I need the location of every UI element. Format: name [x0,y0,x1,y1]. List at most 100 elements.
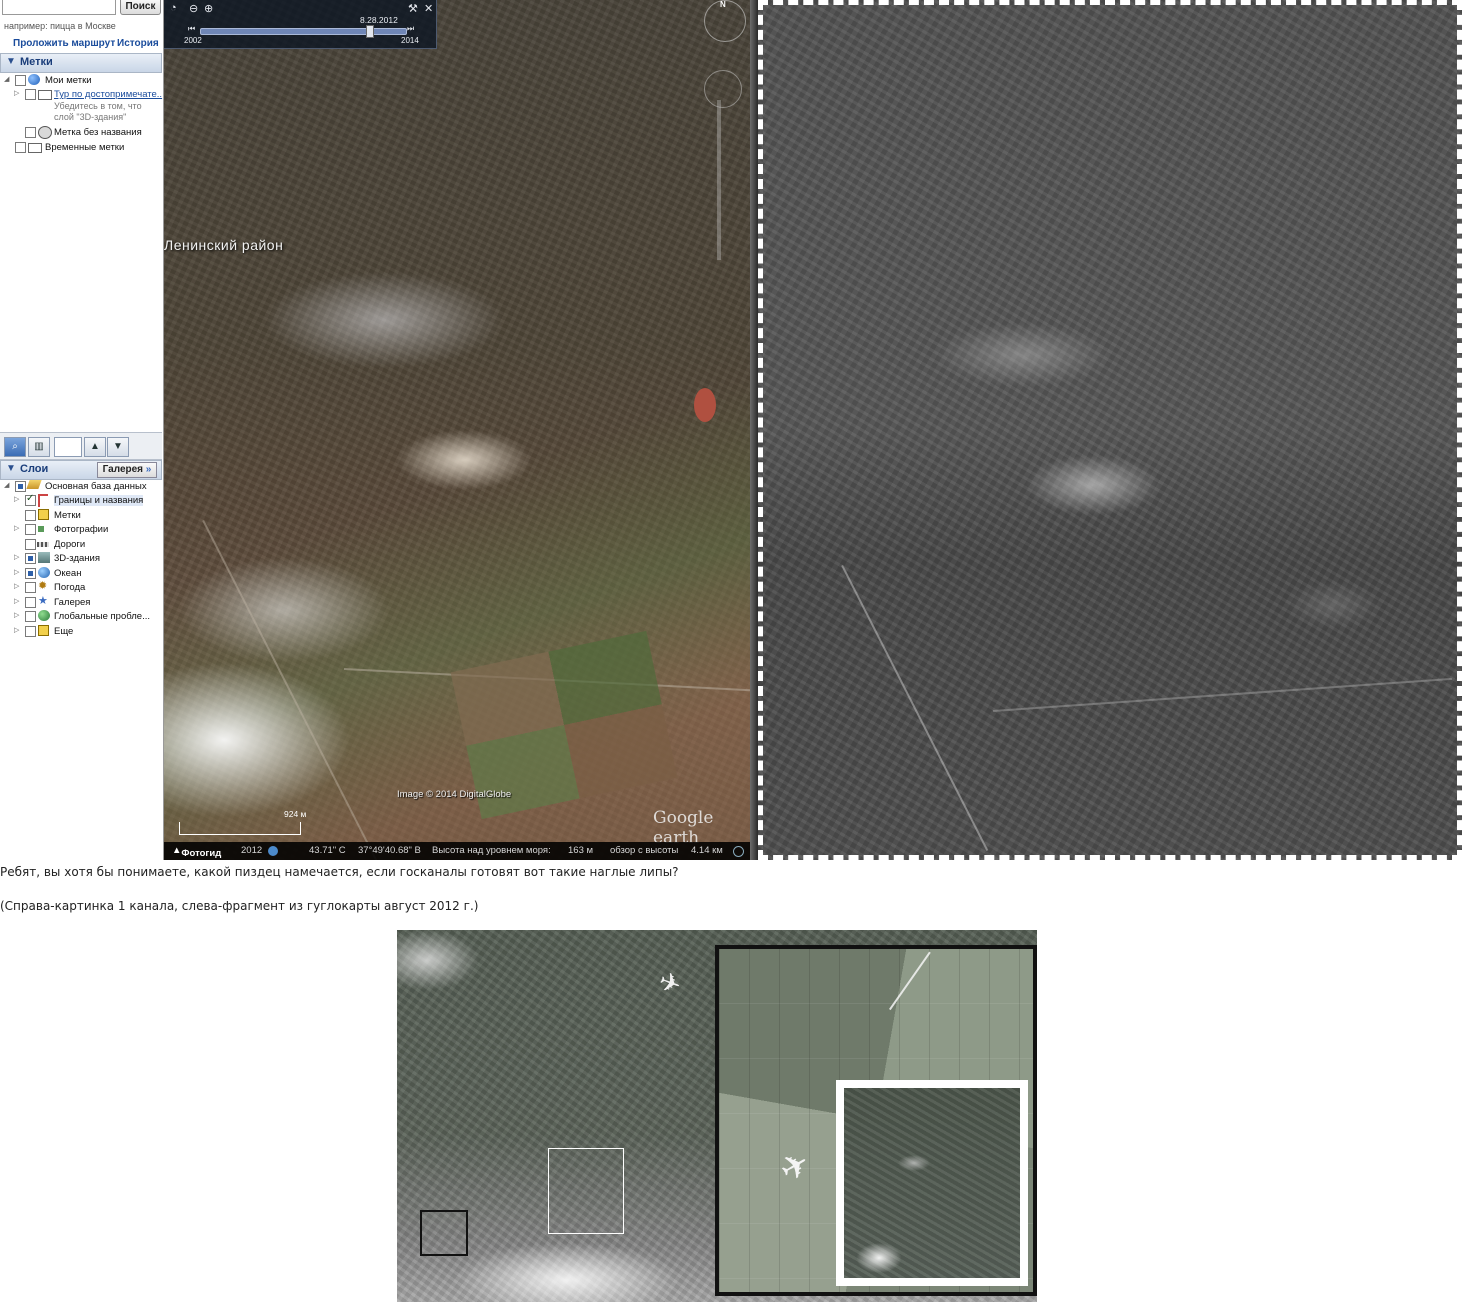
layer-label: Еще [54,626,74,637]
building-icon [38,552,50,563]
placemark-icon [38,509,49,520]
checkbox[interactable] [25,626,36,637]
globe-icon [38,567,50,578]
layer-label: Метки [54,510,81,521]
history-link[interactable]: История [117,38,159,49]
search-places-button[interactable]: ⌕ [4,437,26,457]
fighter-jet-icon: ✈ [773,1143,818,1191]
tree-item-label: Временные метки [45,142,125,153]
place-field[interactable] [54,437,82,457]
expand-icon[interactable]: ▷ [14,89,19,97]
zoom-slider[interactable] [717,100,721,260]
checkbox[interactable] [15,481,26,492]
tour-note: Убедитесь в том, что слой "3D-здания" [54,101,142,122]
checkbox[interactable] [25,127,36,138]
checkbox[interactable] [25,568,36,579]
post-text-line-1: Ребят, вы хотя бы понимаете, какой пизде… [0,865,679,879]
missile-trail [889,951,931,1011]
streaming-indicator-icon [733,846,744,857]
history-icon[interactable] [268,846,278,856]
expand-icon[interactable]: ▷ [14,553,19,561]
tour-guide-button[interactable]: ▲ Фотогид [172,845,221,859]
layers-stack-icon [26,480,42,489]
eye-altitude-value: 4.14 км [691,845,723,856]
clock-icon[interactable]: ◔ [170,2,177,14]
timeline-handle[interactable] [366,25,374,38]
sun-icon: ✹ [38,580,48,592]
flag-icon [38,494,48,507]
checkbox[interactable] [25,493,36,506]
search-hint: например: пицца в Москве [4,21,116,31]
checkbox[interactable] [25,553,36,564]
elevation-value: 163 м [568,845,594,856]
expand-icon[interactable]: ▷ [14,626,19,634]
layers-tree: ◢ Основная база данных ▷ Границы и назва… [0,480,162,640]
checkbox[interactable] [25,524,36,535]
wrench-icon[interactable]: ⚒ [408,2,418,15]
layer-label: Глобальные пробле... [54,611,151,622]
timeline-start-year: 2002 [184,36,202,45]
image-road [841,565,989,852]
elevation-label: Высота над уровнем моря: [432,845,551,856]
tour-guide-label: Фотогид [181,848,222,859]
layer-label: Погода [54,582,86,593]
zoom-in-time-icon[interactable]: ⊕ [204,2,213,15]
highlight-box [548,1148,624,1234]
skip-back-icon[interactable]: ⏮ [188,24,195,34]
search-input[interactable] [2,0,116,15]
globe-icon [38,610,50,621]
zoom-out-time-icon[interactable]: ⊖ [189,2,198,15]
search-button[interactable]: Поиск [120,0,161,15]
checkbox[interactable] [25,539,36,550]
collapse-triangle-icon[interactable]: ▼ [6,56,16,67]
question-icon [38,126,52,139]
move-down-button[interactable]: ▼ [107,437,129,457]
layer-label: 3D-здания [54,553,100,564]
expand-icon[interactable]: ◢ [4,75,9,83]
checkbox[interactable] [25,89,36,100]
expand-icon[interactable]: ▷ [14,524,19,532]
layer-label: Океан [54,568,82,579]
expand-icon[interactable]: ▷ [14,611,19,619]
expand-icon[interactable]: ▷ [14,568,19,576]
places-tree: ◢ Мои метки ▷ Тур по достопримечате.. Уб… [0,74,162,164]
longitude: 37°49'40.68" В [358,845,421,856]
checkbox[interactable] [25,611,36,622]
layers-panel-header[interactable]: ▼ Слои Галерея » [0,460,162,480]
checkbox[interactable] [25,582,36,593]
close-icon[interactable]: ✕ [424,2,433,15]
eye-altitude-label: обзор с высоты [610,845,679,856]
places-panel-header[interactable]: ▼ Метки [0,53,162,73]
look-joystick-icon[interactable] [704,70,742,108]
timeline-date: 8.28.2012 [360,15,398,25]
highlight-box [420,1210,468,1256]
google-earth-sidebar: Поиск например: пицца в Москве Проложить… [0,0,164,860]
tree-item-link[interactable]: Тур по достопримечате.. [54,89,162,100]
layer-label: Основная база данных [45,481,147,492]
route-link[interactable]: Проложить маршрут [13,38,115,49]
expand-icon[interactable]: ▷ [14,582,19,590]
image-divider [750,0,758,860]
imagery-year: 2012 [241,845,263,856]
skip-forward-icon[interactable]: ⏭ [407,24,414,34]
layer-label: Дороги [54,539,86,550]
expand-icon[interactable]: ◢ [4,481,9,489]
checkbox[interactable] [15,75,26,86]
satellite-map-view[interactable]: ◔ ⊖ ⊕ ⚒ ✕ 8.28.2012 ⏮ ⏭ 2002 2014 N Лени… [164,0,750,860]
checkbox[interactable] [25,510,36,521]
folder-icon [38,90,52,100]
checkbox[interactable] [15,142,26,153]
move-up-button[interactable]: ▲ [84,437,106,457]
double-chevron-icon: » [145,464,152,475]
panel-toggle-button[interactable]: ▥ [28,437,50,457]
places-toolbar: ⌕ ▥ ▲ ▼ [0,432,162,460]
gallery-button[interactable]: Галерея » [97,462,157,478]
expand-icon[interactable]: ▷ [14,597,19,605]
timeline-control: ◔ ⊖ ⊕ ⚒ ✕ 8.28.2012 ⏮ ⏭ 2002 2014 [164,0,437,49]
timeline-slider[interactable] [200,28,407,35]
layer-label: Границы и названия [54,495,144,506]
checkbox[interactable] [25,597,36,608]
expand-icon[interactable]: ▷ [14,495,19,503]
timeline-end-year: 2014 [401,36,419,45]
collapse-triangle-icon[interactable]: ▼ [6,463,16,474]
